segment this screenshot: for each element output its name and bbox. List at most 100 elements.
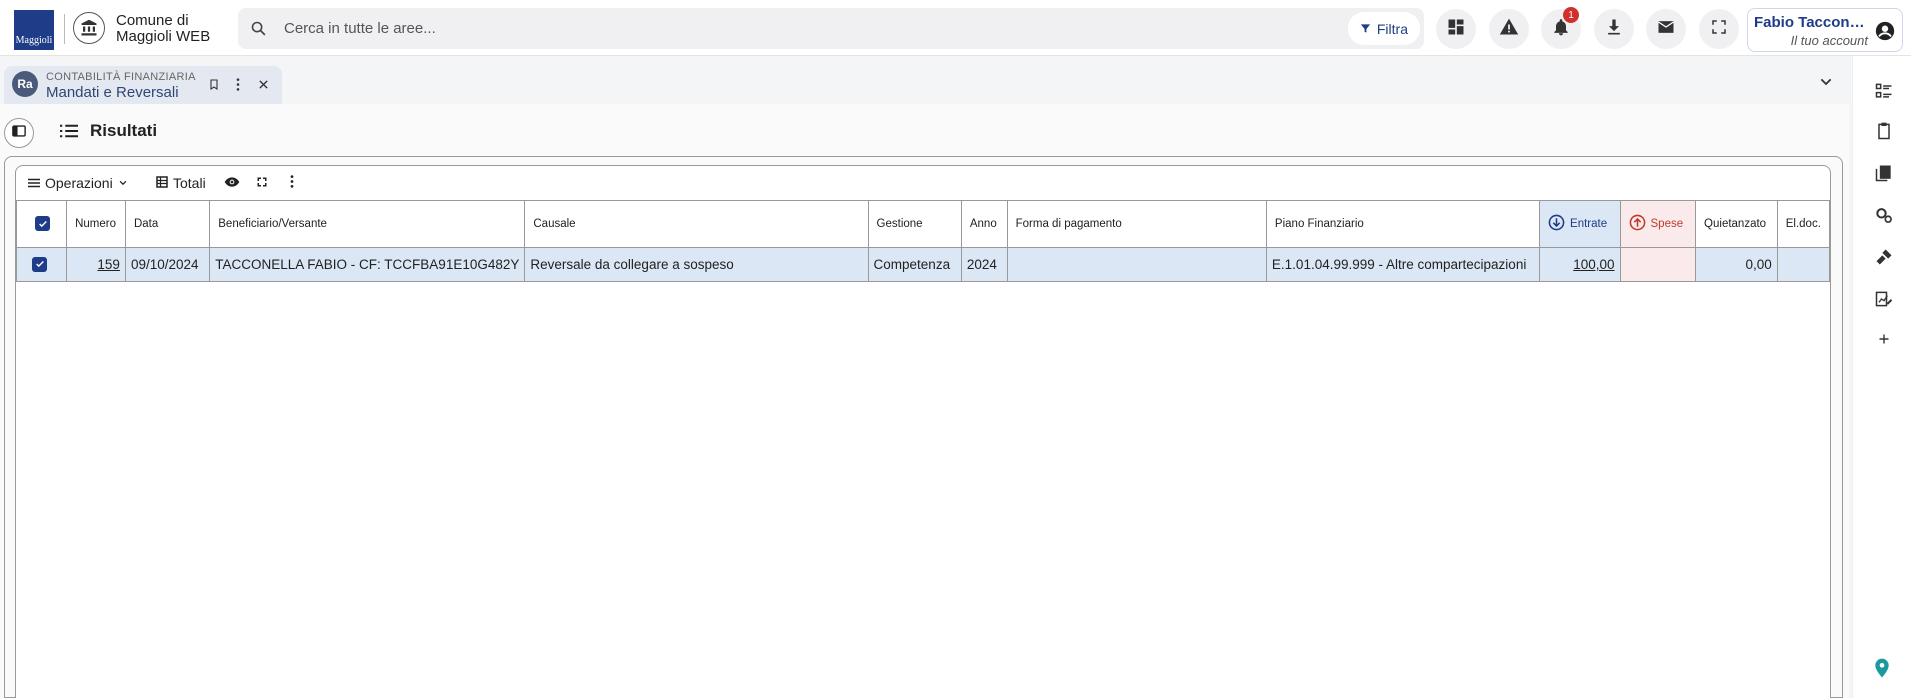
spese-label: Spese — [1650, 218, 1684, 230]
col-header-forma-pagamento[interactable]: Forma di pagamento — [1006, 200, 1267, 248]
search-icon — [250, 20, 267, 42]
filter-icon — [1360, 21, 1371, 37]
sidebar-toggle-icon — [12, 124, 26, 142]
tab-mandati-e-reversali[interactable]: Ra CONTABILITÀ FINANZIARIA Mandati e Rev… — [4, 66, 282, 104]
operations-label: Operazioni — [45, 175, 113, 191]
col-header-entrate[interactable]: Entrate — [1539, 200, 1621, 248]
arrow-down-circle-icon — [1548, 214, 1565, 234]
col-header-beneficiario[interactable]: Beneficiario/Versante — [209, 200, 526, 248]
notifications-badge: 1 — [1563, 7, 1579, 23]
global-search: Filtra — [238, 8, 1424, 49]
checklist-icon[interactable] — [1873, 80, 1895, 102]
results-title: Risultati — [90, 121, 158, 140]
col-header-numero[interactable]: Numero — [66, 200, 126, 248]
cell-spese — [1619, 247, 1697, 282]
results-grid: Operazioni Totali Numero Data Beneficiar… — [15, 165, 1831, 698]
warning-icon — [1499, 17, 1519, 42]
notifications-button[interactable]: 1 — [1541, 7, 1581, 49]
library-books-icon[interactable] — [1873, 162, 1895, 184]
cell-piano-finanziario: E.1.01.04.99.999 - Altre compartecipazio… — [1265, 247, 1541, 282]
cell-quietanzato: 0,00 — [1695, 247, 1778, 282]
right-rail — [1852, 56, 1911, 698]
warnings-button[interactable] — [1489, 9, 1529, 49]
account-menu[interactable]: Fabio Tacconell... Il tuo account — [1747, 8, 1903, 52]
app-title: Comune di Maggioli WEB — [116, 12, 211, 45]
chevron-down-icon[interactable] — [1818, 74, 1834, 95]
logo-divider — [64, 14, 65, 44]
download-icon — [1604, 17, 1624, 42]
numero-link[interactable]: 159 — [97, 257, 120, 272]
select-all-header[interactable] — [16, 200, 68, 248]
cell-anno: 2024 — [960, 247, 1008, 282]
chevron-down-icon — [118, 175, 128, 191]
cell-causale: Reversale da collegare a sospeso — [524, 247, 869, 282]
fullscreen-icon — [1710, 18, 1728, 41]
col-header-data[interactable]: Data — [124, 200, 211, 248]
fullscreen-icon — [256, 175, 268, 191]
account-circle-icon — [1874, 20, 1896, 47]
tab-category: CONTABILITÀ FINANZIARIA — [46, 71, 196, 83]
grid-toolbar: Operazioni Totali — [16, 166, 1830, 200]
totals-label: Totali — [173, 175, 206, 191]
visibility-button[interactable] — [224, 172, 240, 194]
col-header-causale[interactable]: Causale — [524, 200, 869, 248]
row-checkbox[interactable] — [32, 256, 47, 272]
filter-button[interactable]: Filtra — [1347, 12, 1420, 45]
totals-button[interactable]: Totali — [156, 172, 206, 194]
municipality-icon[interactable] — [73, 12, 105, 44]
col-header-anno[interactable]: Anno — [960, 200, 1008, 248]
col-header-gestione[interactable]: Gestione — [867, 200, 962, 248]
operations-button[interactable]: Operazioni — [28, 172, 128, 194]
cell-beneficiario: TACCONELLA FABIO - CF: TCCFBA91E10G482Y — [209, 247, 526, 282]
account-subtitle: Il tuo account — [1790, 33, 1868, 48]
col-header-spese[interactable]: Spese — [1619, 200, 1697, 248]
cell-numero[interactable]: 159 — [66, 247, 126, 282]
select-all-checkbox[interactable] — [35, 216, 50, 232]
grid-more-button[interactable] — [290, 172, 294, 194]
filter-label: Filtra — [1376, 20, 1408, 37]
tab-more-icon[interactable] — [230, 76, 246, 92]
col-header-quietanzato[interactable]: Quietanzato — [1695, 200, 1778, 248]
downloads-button[interactable] — [1594, 9, 1634, 49]
clipboard-icon[interactable] — [1873, 120, 1895, 142]
row-select-cell[interactable] — [16, 247, 68, 282]
maggioli-logo[interactable]: Maggioli — [14, 10, 54, 50]
menu-icon — [28, 175, 40, 191]
plugin-icon[interactable] — [1873, 246, 1895, 268]
fullscreen-button[interactable] — [1699, 9, 1739, 49]
table-icon — [156, 175, 168, 191]
sidebar-toggle-button[interactable] — [4, 118, 34, 148]
cell-forma-pagamento — [1006, 247, 1267, 282]
dashboard-button[interactable] — [1436, 9, 1476, 49]
location-pin-icon[interactable] — [1874, 658, 1890, 683]
results-table: Numero Data Beneficiario/Versante Causal… — [16, 200, 1830, 282]
expand-button[interactable] — [256, 172, 268, 194]
col-header-eldoc[interactable]: El.doc. — [1776, 200, 1830, 248]
table-row[interactable]: 159 09/10/2024 TACCONELLA FABIO - CF: TC… — [16, 247, 1830, 282]
tab-app-icon: Ra — [12, 71, 38, 97]
cell-entrate[interactable]: 100,00 — [1539, 247, 1621, 282]
add-icon[interactable] — [1873, 328, 1895, 350]
arrow-up-circle-icon — [1629, 214, 1646, 234]
cell-data: 09/10/2024 — [124, 247, 211, 282]
dashboard-icon — [1446, 17, 1466, 42]
cell-eldoc — [1776, 247, 1830, 282]
results-frame: Operazioni Totali Numero Data Beneficiar… — [4, 156, 1843, 698]
entrate-link[interactable]: 100,00 — [1573, 257, 1614, 272]
tab-close-icon[interactable] — [255, 76, 271, 92]
settings-gears-icon[interactable] — [1873, 204, 1895, 226]
search-input[interactable] — [284, 17, 1084, 39]
mail-icon — [1656, 17, 1676, 42]
col-header-piano-finanziario[interactable]: Piano Finanziario — [1265, 200, 1541, 248]
table-header-row: Numero Data Beneficiario/Versante Causal… — [16, 200, 1830, 248]
top-bar: Maggioli Comune di Maggioli WEB Filtra 1… — [0, 0, 1911, 56]
tab-title: Mandati e Reversali — [46, 84, 179, 101]
list-icon — [60, 124, 78, 143]
main-panel: Risultati Operazioni Totali Numero Data … — [0, 104, 1849, 698]
messages-button[interactable] — [1646, 9, 1686, 49]
edit-chart-icon[interactable] — [1873, 288, 1895, 310]
bookmark-icon[interactable] — [206, 76, 222, 92]
eye-icon — [224, 175, 240, 191]
logo-text: Maggioli — [15, 35, 53, 46]
cell-gestione: Competenza — [867, 247, 962, 282]
